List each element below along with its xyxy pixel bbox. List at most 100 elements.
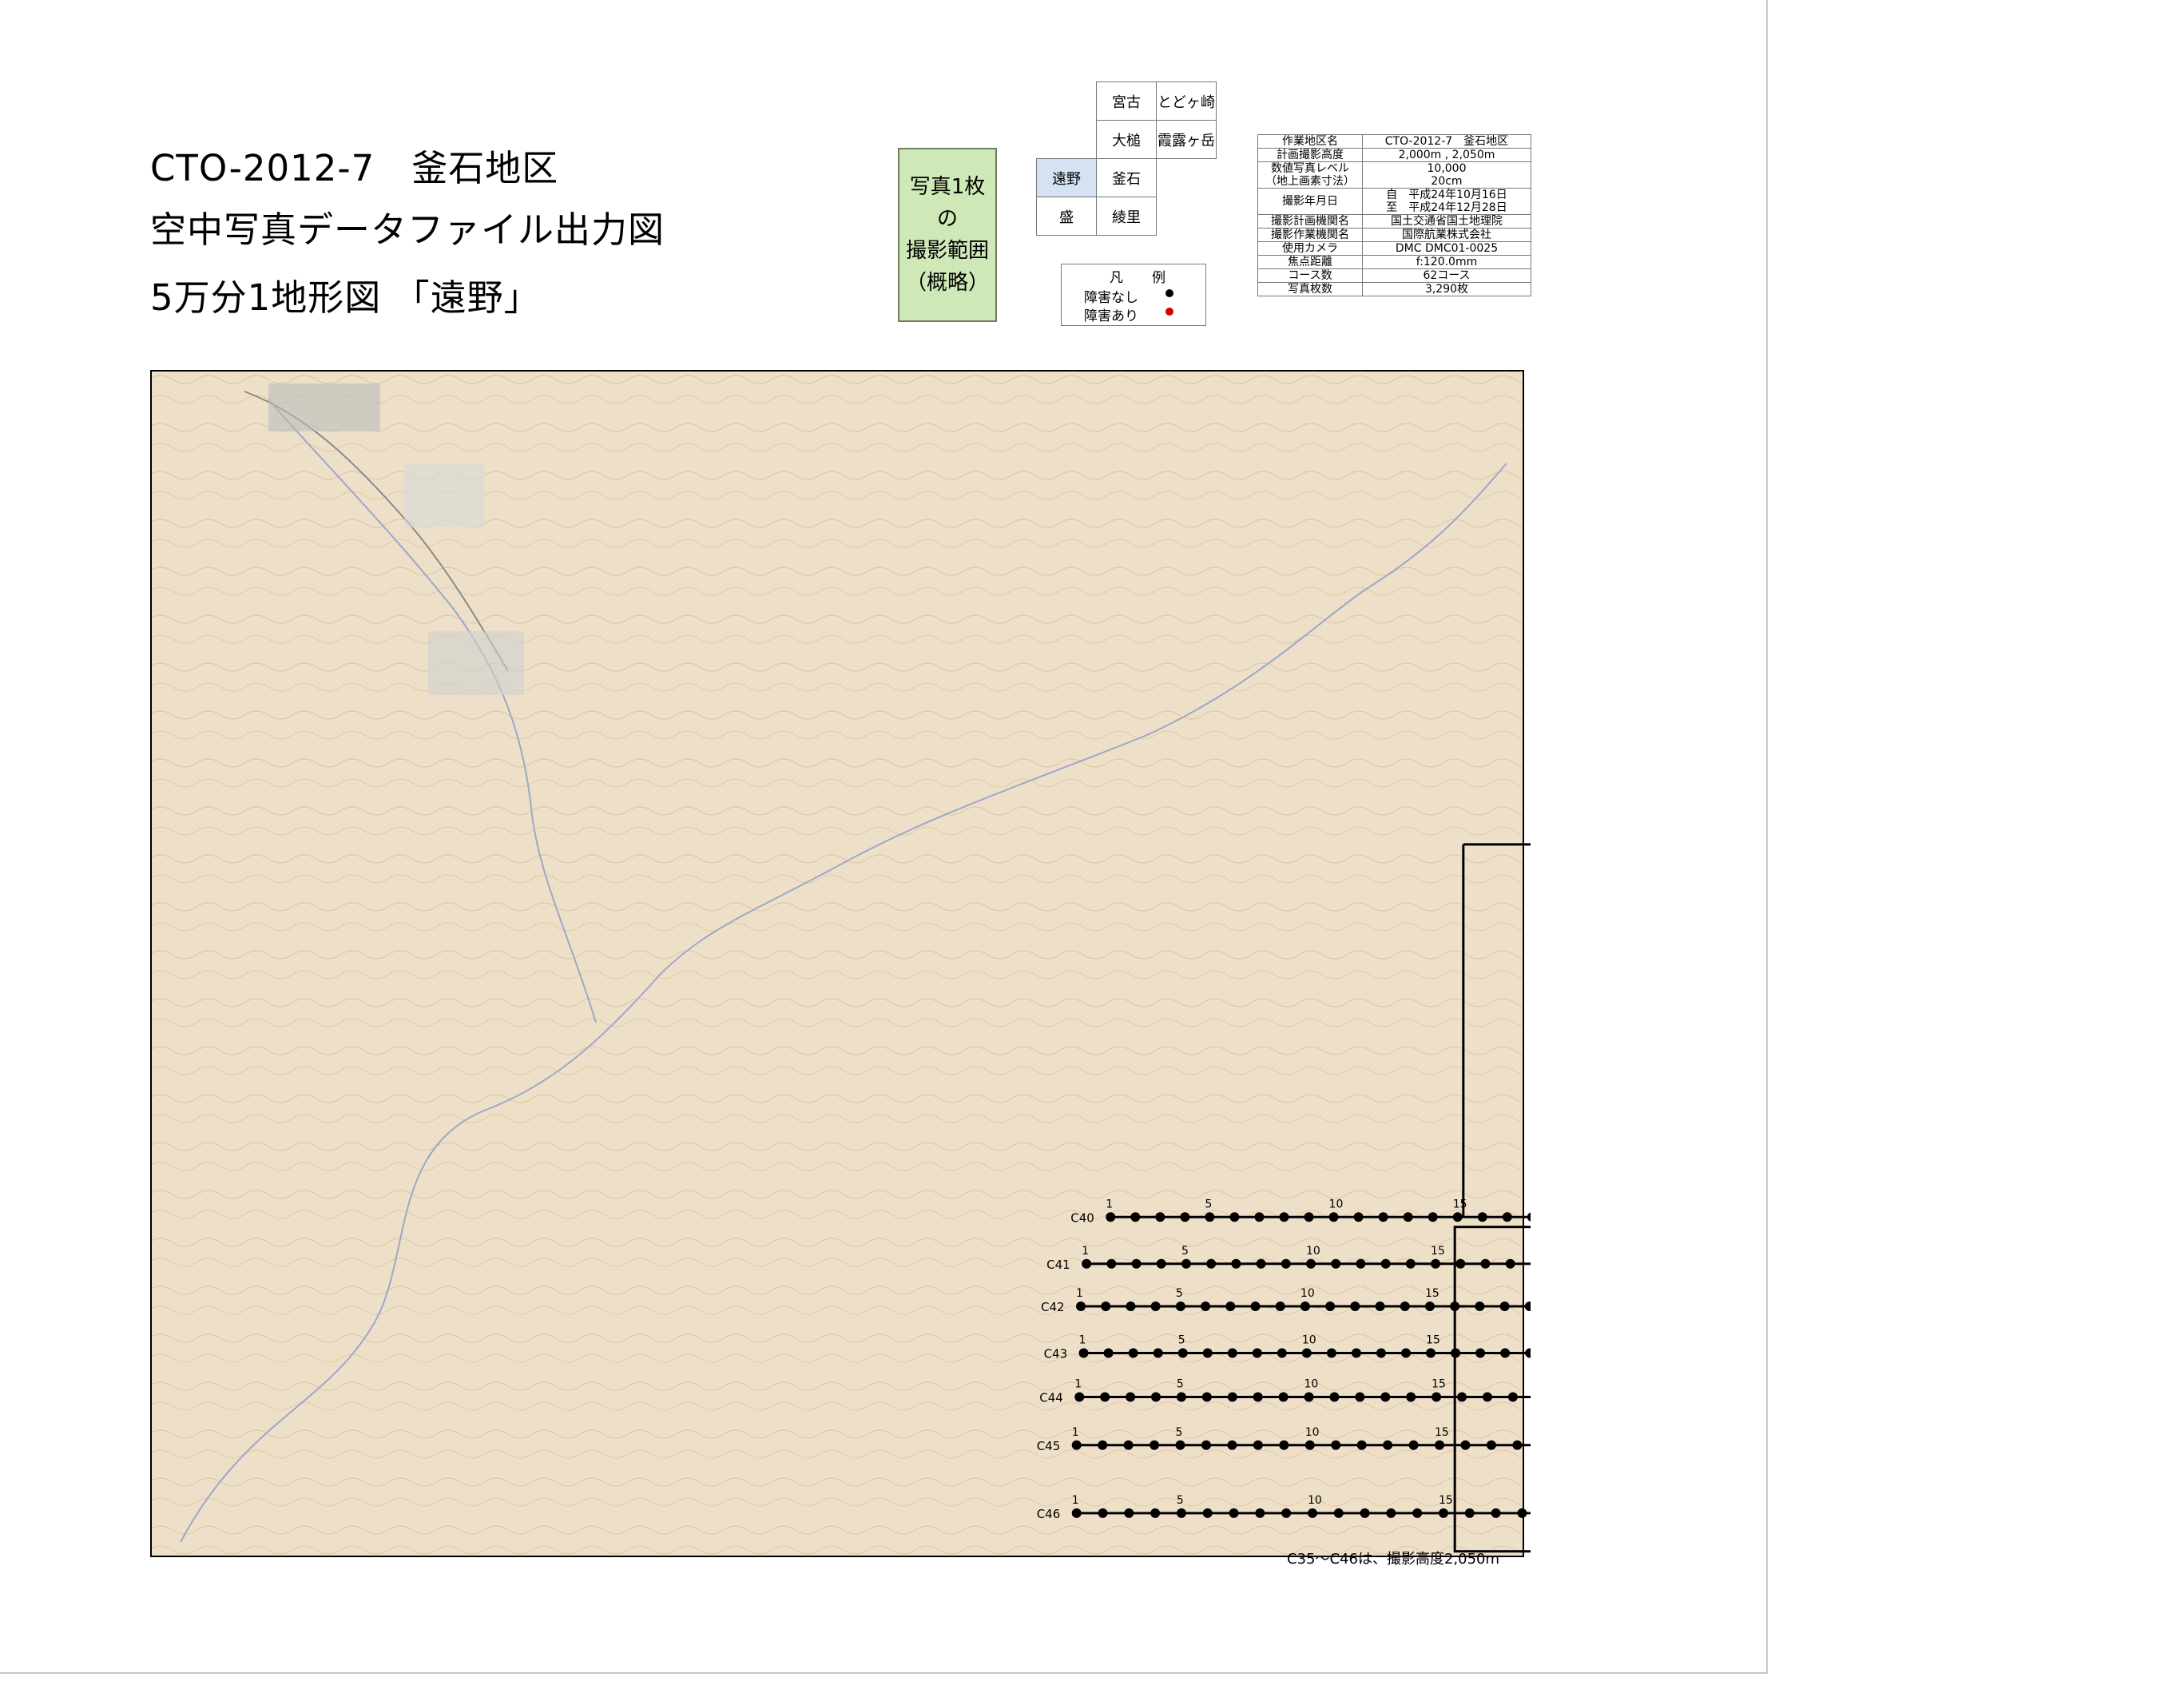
- photo-point: [1499, 1301, 1510, 1311]
- photo-point: [1176, 1508, 1186, 1518]
- info-value: 国土交通省国土地理院: [1362, 214, 1531, 229]
- photo-number-label: 10: [1329, 1198, 1344, 1210]
- photo-number-label: 1: [1079, 1334, 1086, 1347]
- photo-point: [1131, 1258, 1142, 1269]
- photo-point: [1098, 1440, 1108, 1450]
- photo-point: [1455, 1258, 1466, 1269]
- title-line-2: 空中写真データファイル出力図: [150, 209, 665, 251]
- course-name-label: C43: [1044, 1347, 1068, 1361]
- info-row: 撮影年月日自 平成24年10月16日至 平成24年12月28日: [1257, 188, 1531, 215]
- photo-point: [1277, 1348, 1287, 1358]
- legend: 凡 例 障害なし 障害あり: [1061, 264, 1206, 326]
- photo-point: [1279, 1212, 1289, 1222]
- photo-point: [1350, 1301, 1360, 1311]
- photo-point: [1505, 1258, 1515, 1269]
- info-key: 撮影計画機関名: [1257, 214, 1363, 229]
- photo-point: [1181, 1258, 1191, 1269]
- photo-point: [1356, 1440, 1367, 1450]
- photo-point: [1180, 1212, 1190, 1222]
- sheet-border-right: [1766, 0, 1768, 1674]
- course-name-label: C45: [1037, 1439, 1061, 1453]
- info-value: 2,000m , 2,050m: [1362, 148, 1531, 162]
- photo-point: [1475, 1301, 1485, 1311]
- photo-point: [1175, 1301, 1185, 1311]
- photo-number-label: 10: [1302, 1334, 1316, 1347]
- info-row: 撮影計画機関名 国土交通省国土地理院: [1257, 214, 1531, 229]
- photo-point: [1507, 1392, 1518, 1402]
- photo-point: [1098, 1508, 1108, 1518]
- legend-no-obstacle-label: 障害なし: [1084, 290, 1138, 306]
- photo-point: [1383, 1440, 1393, 1450]
- photo-number-label: 5: [1181, 1245, 1189, 1258]
- info-row: 計画撮影高度 2,000m , 2,050m: [1257, 148, 1531, 162]
- photo-point: [1275, 1301, 1285, 1311]
- photo-number-label: 5: [1176, 1426, 1183, 1439]
- photo-point: [1356, 1258, 1366, 1269]
- info-row: 数値写真レベル （地上画素寸法） 10,000 20cm: [1257, 161, 1531, 189]
- photo-point: [1300, 1301, 1310, 1311]
- photo-point: [1156, 1258, 1166, 1269]
- photo-number-label: 10: [1306, 1245, 1320, 1258]
- photo-number-label: 10: [1300, 1287, 1315, 1300]
- photo-point: [1150, 1440, 1160, 1450]
- photo-point: [1329, 1392, 1340, 1402]
- photo-point: [1426, 1348, 1436, 1358]
- photo-number-label: 5: [1177, 1494, 1184, 1507]
- info-key: 数値写真レベル （地上画素寸法）: [1257, 161, 1363, 189]
- photo-number-label: 1: [1106, 1198, 1113, 1210]
- photo-point: [1460, 1440, 1471, 1450]
- coverage-label-2: の: [936, 207, 958, 231]
- index-cell: 盛: [1036, 197, 1097, 236]
- photo-point: [1326, 1348, 1336, 1358]
- info-row: 撮影作業機関名 国際航業株式会社: [1257, 228, 1531, 242]
- photo-point: [1486, 1440, 1496, 1450]
- red-dot-icon: [1165, 308, 1173, 316]
- photo-point: [1482, 1392, 1492, 1402]
- photo-point: [1227, 1440, 1237, 1450]
- photo-number-label: 1: [1074, 1377, 1082, 1390]
- photo-point: [1380, 1392, 1391, 1402]
- urban-block: [428, 631, 524, 695]
- photo-point: [1206, 1258, 1217, 1269]
- coverage-label-4: （概略）: [905, 271, 989, 295]
- photo-point: [1331, 1258, 1341, 1269]
- photo-point: [1256, 1258, 1266, 1269]
- photo-point: [1106, 1258, 1117, 1269]
- info-value: 3,290枚: [1362, 282, 1531, 296]
- photo-point: [1279, 1440, 1289, 1450]
- photo-number-label: 15: [1435, 1426, 1449, 1439]
- sheet-index-table: 宮古 とどヶ崎 大槌 霞露ヶ岳 遠野 釜石 盛 綾里: [1036, 81, 1217, 236]
- photo-point: [1517, 1508, 1527, 1518]
- index-cell: 宮古: [1096, 81, 1157, 121]
- photo-point: [1406, 1392, 1416, 1402]
- photo-point: [1408, 1440, 1419, 1450]
- photo-point: [1432, 1392, 1442, 1402]
- photo-point: [1400, 1301, 1410, 1311]
- course-name-label: C42: [1041, 1300, 1065, 1314]
- course-name-label: C41: [1046, 1258, 1070, 1272]
- photo-point: [1124, 1508, 1134, 1518]
- info-key: 写真枚数: [1257, 282, 1363, 296]
- photo-point: [1360, 1508, 1370, 1518]
- title-line-3: 5万分1地形図 「遠野」: [150, 276, 541, 319]
- info-value: CTO-2012-7 釜石地区: [1362, 134, 1531, 149]
- photo-point: [1325, 1301, 1336, 1311]
- photo-point: [1500, 1348, 1511, 1358]
- photo-point: [1333, 1508, 1344, 1518]
- photo-point: [1304, 1212, 1314, 1222]
- photo-point: [1355, 1392, 1365, 1402]
- sheet-border-bottom: [0, 1672, 1768, 1674]
- photo-point: [1106, 1212, 1116, 1222]
- index-cell: [1157, 197, 1217, 236]
- photo-point: [1306, 1258, 1316, 1269]
- photo-point: [1229, 1212, 1240, 1222]
- photo-number-label: 10: [1304, 1377, 1319, 1390]
- info-value: 10,000 20cm: [1362, 161, 1531, 189]
- info-row: 焦点距離 f:120.0mm: [1257, 255, 1531, 269]
- photo-point: [1301, 1348, 1312, 1358]
- photo-point: [1304, 1392, 1314, 1402]
- photo-point: [1457, 1392, 1467, 1402]
- photo-point: [1128, 1348, 1138, 1358]
- photo-point: [1150, 1301, 1161, 1311]
- info-key: 計画撮影高度: [1257, 148, 1363, 162]
